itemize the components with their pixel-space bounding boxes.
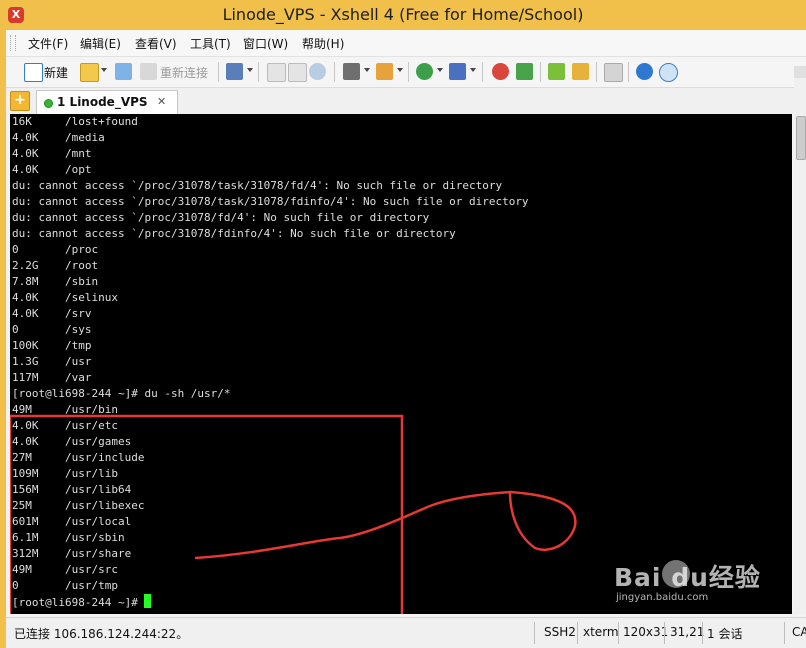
menu-grip[interactable]: [10, 35, 16, 51]
toolbar-separator: [540, 62, 541, 82]
connected-status-icon: [44, 99, 53, 108]
status-separator: [702, 622, 703, 644]
status-separator: [664, 622, 665, 644]
terminal-scrollbar[interactable]: [794, 66, 806, 614]
print-dropdown-icon[interactable]: [364, 68, 370, 72]
caps-lock-status: CA: [792, 625, 806, 639]
properties-dropdown-icon[interactable]: [247, 68, 253, 72]
baidu-watermark: Bai du经验: [614, 558, 761, 594]
lock-icon[interactable]: [572, 63, 589, 80]
xftp-icon[interactable]: [492, 63, 509, 80]
session-tab-bar: + 1 Linode_VPS ✕: [6, 88, 796, 115]
find-icon[interactable]: [309, 63, 326, 80]
title-bar[interactable]: X Linode_VPS - Xshell 4 (Free for Home/S…: [0, 0, 806, 30]
app-client-area: 文件(F) 编辑(E) 查看(V) 工具(T) 窗口(W) 帮助(H) 新建 重…: [6, 30, 806, 648]
connect-icon[interactable]: [115, 63, 132, 80]
chat-icon[interactable]: [659, 63, 678, 82]
menu-edit[interactable]: 编辑(E): [80, 35, 121, 52]
cursor-position-status: 31,21: [670, 625, 705, 639]
status-separator: [577, 622, 578, 644]
toolbar-separator: [334, 62, 335, 82]
xshell-window: X Linode_VPS - Xshell 4 (Free for Home/S…: [0, 0, 806, 648]
add-tab-button[interactable]: +: [10, 91, 30, 111]
properties-icon[interactable]: [226, 63, 243, 80]
menu-tools[interactable]: 工具(T): [190, 35, 231, 52]
menu-help[interactable]: 帮助(H): [302, 35, 344, 52]
paste-icon[interactable]: [288, 63, 307, 82]
session-tab[interactable]: 1 Linode_VPS ✕: [36, 90, 178, 115]
toolbar-separator: [596, 62, 597, 82]
window-title: Linode_VPS - Xshell 4 (Free for Home/Sch…: [222, 5, 584, 24]
toolbar: 新建 重新连接: [6, 57, 806, 88]
sessions-status: 1 会话: [707, 627, 743, 641]
status-separator: [784, 622, 785, 644]
open-dropdown-icon[interactable]: [101, 68, 107, 72]
reconnect-button[interactable]: 重新连接: [160, 61, 208, 83]
globe-icon[interactable]: [416, 63, 433, 80]
new-session-button[interactable]: 新建: [44, 61, 68, 83]
status-separator: [534, 622, 535, 644]
transfer-icon[interactable]: [376, 63, 393, 80]
transfer-dropdown-icon[interactable]: [397, 68, 403, 72]
session-tab-index: 1: [57, 95, 66, 109]
menu-view[interactable]: 查看(V): [135, 35, 177, 52]
toolbar-separator: [408, 62, 409, 82]
help-icon[interactable]: [636, 63, 653, 80]
print-icon[interactable]: [343, 63, 360, 80]
menu-bar: 文件(F) 编辑(E) 查看(V) 工具(T) 窗口(W) 帮助(H): [6, 30, 806, 57]
annotation-scribble: [194, 490, 577, 560]
copy-icon[interactable]: [267, 63, 286, 82]
toolbar-separator: [628, 62, 629, 82]
session-tab-label: 1 Linode_VPS: [57, 95, 148, 109]
terminal-type-status: xterm: [583, 625, 619, 639]
keyboard-icon[interactable]: [604, 63, 623, 82]
baidu-watermark-url: jingyan.baidu.com: [616, 592, 709, 603]
status-bar: 已连接 106.186.124.244:22。 SSH2 xterm 120x3…: [6, 617, 806, 648]
menu-file[interactable]: 文件(F): [28, 35, 68, 52]
font-dropdown-icon[interactable]: [470, 68, 476, 72]
toolbar-separator: [482, 62, 483, 82]
protocol-status: SSH2: [544, 625, 576, 639]
reconnect-icon: [140, 63, 157, 80]
terminal-screen[interactable]: 16K /lost+found 4.0K /media 4.0K /mnt 4.0K …: [10, 114, 792, 614]
open-folder-icon[interactable]: [80, 63, 99, 82]
baidu-watermark-brand: Bai du: [614, 563, 709, 592]
baidu-watermark-suffix: 经验: [708, 563, 761, 592]
annotation-overlay: [10, 414, 577, 614]
script-icon[interactable]: [516, 63, 533, 80]
new-session-icon: [24, 63, 43, 82]
annotation-highlight-box: [10, 414, 404, 614]
fullscreen-icon[interactable]: [548, 63, 565, 80]
status-separator: [618, 622, 619, 644]
terminal-size-status: 120x31: [623, 625, 669, 639]
globe-dropdown-icon[interactable]: [437, 68, 443, 72]
close-tab-icon[interactable]: ✕: [157, 95, 166, 108]
session-tab-name: Linode_VPS: [69, 95, 148, 109]
toolbar-separator: [218, 62, 219, 82]
scroll-thumb[interactable]: [796, 116, 806, 160]
font-icon[interactable]: [449, 63, 466, 80]
toolbar-separator: [258, 62, 259, 82]
menu-window[interactable]: 窗口(W): [243, 35, 288, 52]
connection-status: 已连接 106.186.124.244:22。: [14, 627, 189, 641]
scroll-up-button[interactable]: [794, 66, 806, 78]
